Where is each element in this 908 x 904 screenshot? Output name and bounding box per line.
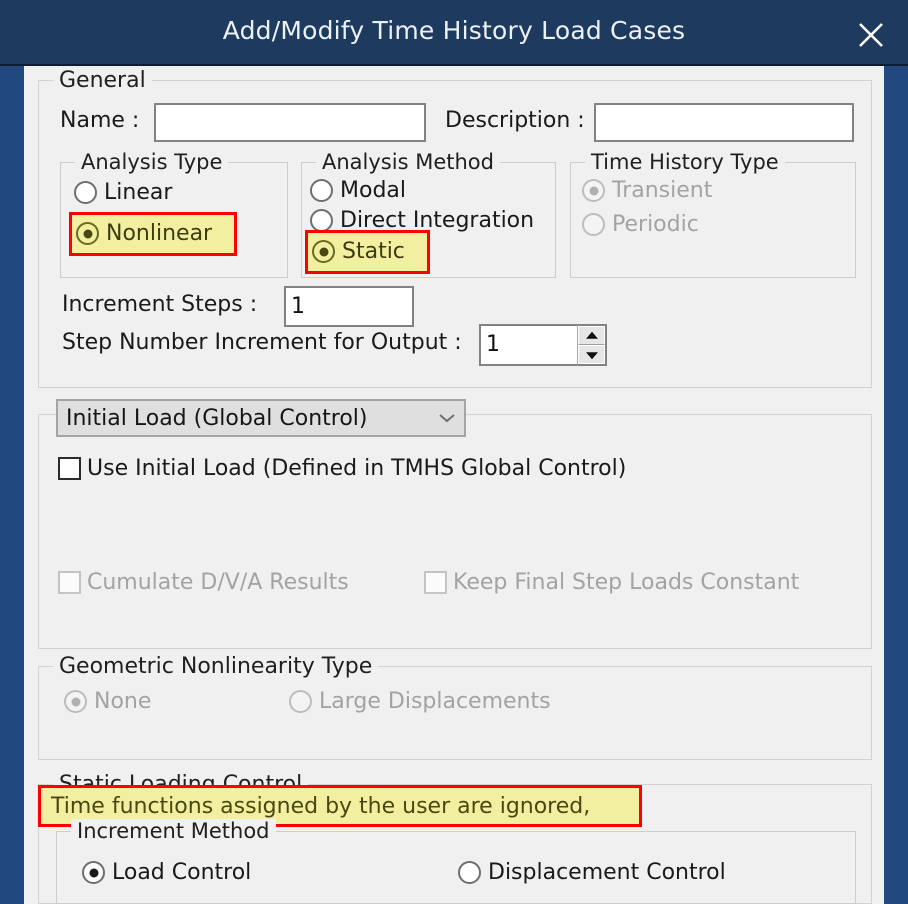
checkbox-indicator bbox=[58, 571, 81, 594]
keep-final-step-label: Keep Final Step Loads Constant bbox=[453, 570, 800, 595]
title-bar: Add/Modify Time History Load Cases bbox=[0, 0, 908, 66]
radio-load-control-indicator bbox=[82, 861, 105, 884]
radio-transient-indicator bbox=[582, 179, 605, 202]
use-initial-load-checkbox[interactable]: Use Initial Load (Defined in TMHS Global… bbox=[58, 456, 626, 481]
radio-periodic-label: Periodic bbox=[612, 212, 699, 237]
chevron-up-icon bbox=[585, 331, 598, 339]
static-loading-note-text: Time functions assigned by the user are … bbox=[51, 793, 591, 819]
radio-static[interactable]: Static bbox=[312, 239, 405, 264]
radio-periodic-indicator bbox=[582, 213, 605, 236]
spinner-down-button[interactable] bbox=[578, 345, 605, 364]
cumulate-results-checkbox: Cumulate D/V/A Results bbox=[58, 570, 349, 595]
window-title: Add/Modify Time History Load Cases bbox=[222, 16, 686, 45]
radio-displacement-control-indicator bbox=[458, 861, 481, 884]
description-input[interactable] bbox=[594, 103, 854, 142]
geometric-nonlinearity-legend: Geometric Nonlinearity Type bbox=[53, 654, 379, 679]
increment-steps-input[interactable]: 1 bbox=[284, 286, 414, 327]
step-number-spinner[interactable] bbox=[577, 324, 607, 366]
chevron-down-icon bbox=[585, 351, 598, 359]
radio-modal[interactable]: Modal bbox=[310, 178, 406, 203]
radio-linear-indicator bbox=[74, 181, 97, 204]
radio-large-displacements-indicator bbox=[289, 690, 312, 713]
step-number-label: Step Number Increment for Output : bbox=[62, 330, 462, 355]
radio-displacement-control[interactable]: Displacement Control bbox=[458, 860, 726, 885]
radio-nonlinear-indicator bbox=[76, 222, 99, 245]
time-history-type-legend: Time History Type bbox=[585, 150, 785, 174]
step-number-input[interactable]: 1 bbox=[479, 324, 579, 366]
radio-none-label: None bbox=[94, 689, 152, 714]
chevron-down-icon bbox=[430, 412, 464, 424]
radio-none-indicator bbox=[64, 690, 87, 713]
radio-transient: Transient bbox=[582, 178, 712, 203]
close-icon[interactable] bbox=[848, 12, 894, 54]
dialog-window: Add/Modify Time History Load Cases Gener… bbox=[0, 0, 908, 904]
checkbox-indicator bbox=[58, 457, 81, 480]
use-initial-load-label: Use Initial Load (Defined in TMHS Global… bbox=[87, 456, 627, 481]
cumulate-results-label: Cumulate D/V/A Results bbox=[87, 570, 349, 595]
radio-static-label: Static bbox=[342, 239, 405, 264]
radio-none: None bbox=[64, 689, 151, 714]
radio-transient-label: Transient bbox=[612, 178, 713, 203]
radio-displacement-control-label: Displacement Control bbox=[488, 860, 726, 885]
spinner-up-button[interactable] bbox=[578, 326, 605, 345]
initial-load-group bbox=[38, 414, 872, 649]
radio-modal-label: Modal bbox=[340, 178, 406, 203]
radio-nonlinear-label: Nonlinear bbox=[106, 221, 213, 246]
description-label: Description : bbox=[445, 108, 585, 133]
name-input[interactable] bbox=[154, 103, 426, 142]
increment-method-legend: Increment Method bbox=[71, 819, 276, 843]
analysis-method-legend: Analysis Method bbox=[316, 150, 500, 174]
radio-linear-label: Linear bbox=[104, 180, 173, 205]
radio-static-indicator bbox=[312, 240, 335, 263]
checkbox-indicator bbox=[424, 571, 447, 594]
radio-modal-indicator bbox=[310, 179, 333, 202]
analysis-type-legend: Analysis Type bbox=[75, 150, 229, 174]
dialog-body: General Name : Description : Analysis Ty… bbox=[24, 66, 884, 904]
radio-direct-integration-indicator bbox=[310, 209, 333, 232]
radio-periodic: Periodic bbox=[582, 212, 699, 237]
radio-load-control-label: Load Control bbox=[112, 860, 252, 885]
initial-load-combo-value: Initial Load (Global Control) bbox=[66, 405, 368, 431]
general-legend: General bbox=[53, 68, 152, 93]
radio-large-displacements: Large Displacements bbox=[289, 689, 551, 714]
radio-linear[interactable]: Linear bbox=[74, 180, 172, 205]
increment-steps-label: Increment Steps : bbox=[62, 292, 258, 317]
radio-nonlinear[interactable]: Nonlinear bbox=[76, 221, 212, 246]
radio-load-control[interactable]: Load Control bbox=[82, 860, 251, 885]
keep-final-step-checkbox: Keep Final Step Loads Constant bbox=[424, 570, 799, 595]
radio-large-displacements-label: Large Displacements bbox=[319, 689, 551, 714]
name-label: Name : bbox=[60, 108, 140, 133]
initial-load-combo[interactable]: Initial Load (Global Control) bbox=[56, 399, 466, 437]
